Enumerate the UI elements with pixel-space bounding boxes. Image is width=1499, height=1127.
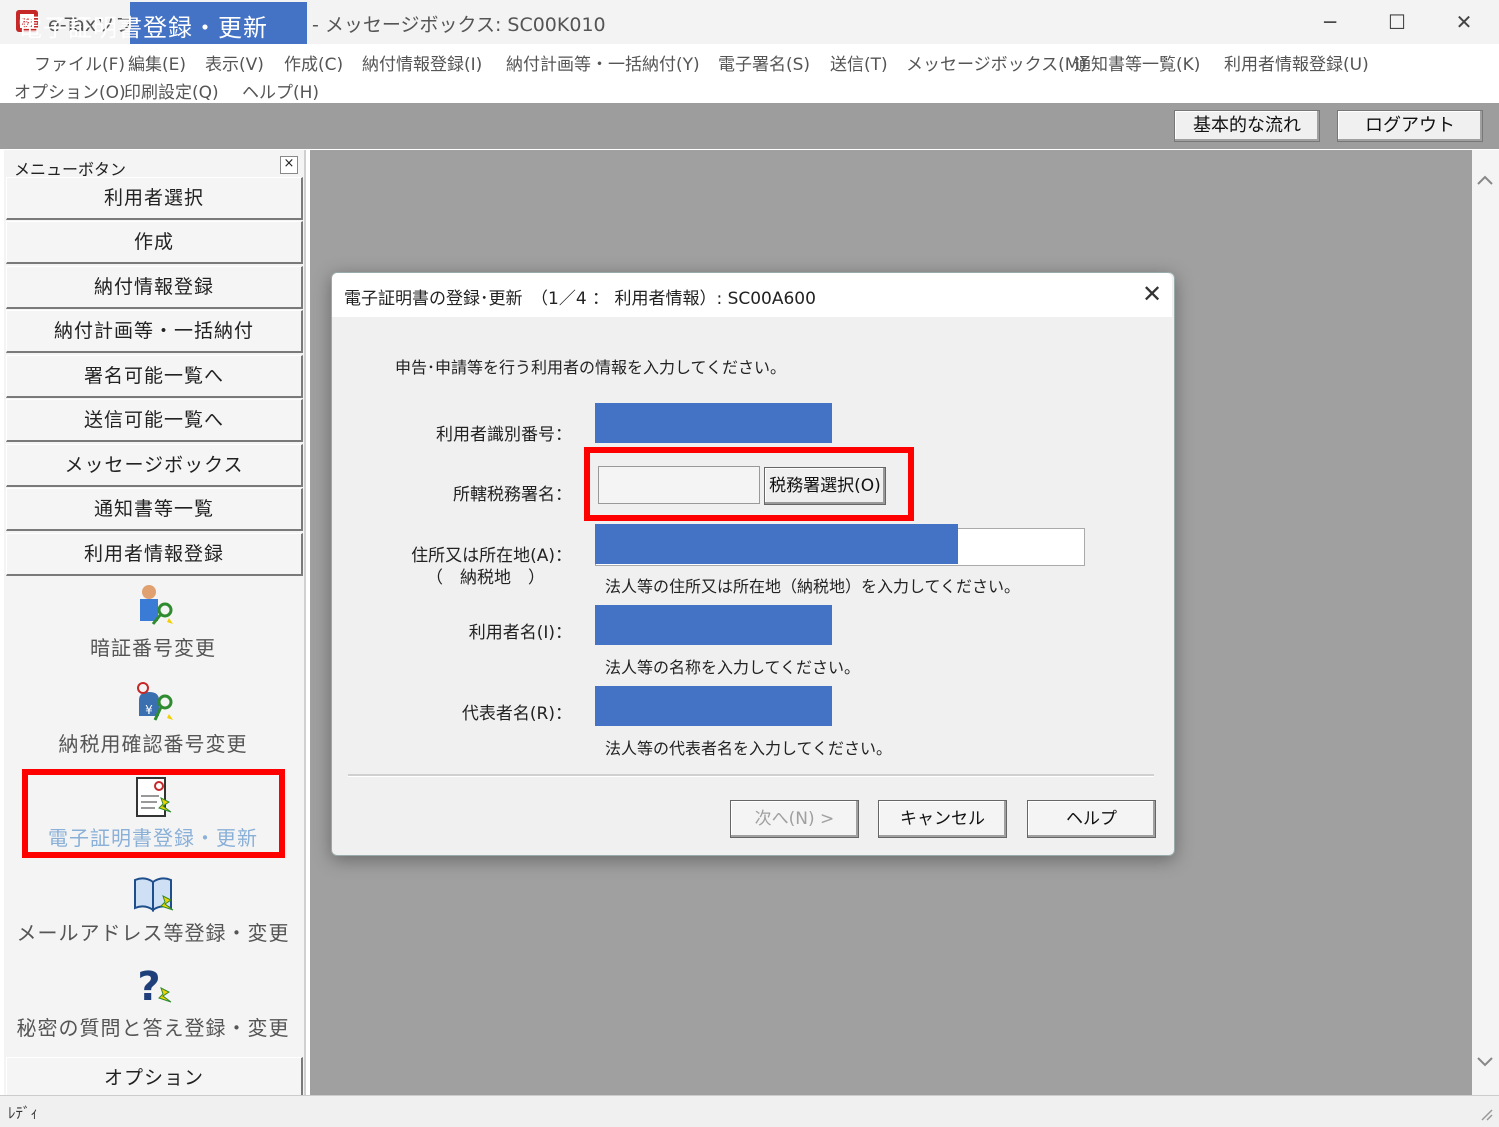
- sidebar-create-button[interactable]: 作成: [6, 221, 303, 264]
- dialog-close-button[interactable]: ✕: [1136, 278, 1168, 310]
- menu-edit[interactable]: 編集(E): [128, 50, 186, 75]
- sidebar-pin-change-label[interactable]: 暗証番号変更: [6, 632, 300, 661]
- sidebar-secret-question-label[interactable]: 秘密の質問と答え登録・変更: [6, 1012, 300, 1041]
- address-sub-label: （ 納税地 ）: [426, 568, 545, 588]
- representative-hint: 法人等の代表者名を入力してください。: [605, 739, 893, 758]
- maximize-button[interactable]: ☐: [1377, 6, 1417, 38]
- menu-messagebox[interactable]: メッセージボックス(M): [906, 50, 1086, 75]
- menu-notices[interactable]: 通知書等一覧(K): [1074, 50, 1200, 75]
- status-bar: [0, 1095, 1499, 1127]
- sidebar-email-register-label[interactable]: メールアドレス等登録・変更: [6, 917, 300, 946]
- sidebar-notices-button[interactable]: 通知書等一覧: [6, 488, 303, 531]
- sidebar-close-button[interactable]: ×: [280, 156, 298, 174]
- sidebar-messagebox-button[interactable]: メッセージボックス: [6, 444, 303, 487]
- menu-signature[interactable]: 電子署名(S): [718, 50, 810, 75]
- money-bag-key-icon[interactable]: ¥: [131, 680, 177, 728]
- close-window-button[interactable]: ✕: [1444, 6, 1484, 38]
- scroll-down-icon[interactable]: [1476, 1056, 1494, 1068]
- menu-view[interactable]: 表示(V): [205, 50, 264, 75]
- status-text: ﾚﾃﾞｨ: [8, 1104, 39, 1122]
- address-redacted: [595, 524, 958, 564]
- book-icon[interactable]: [131, 870, 177, 918]
- page-title: 電子証明書登録・更新: [18, 14, 268, 42]
- logout-button[interactable]: ログアウト: [1337, 110, 1483, 142]
- next-button[interactable]: 次へ(N) >: [730, 800, 859, 838]
- person-key-icon[interactable]: [131, 582, 177, 630]
- tax-office-label: 所轄税務署名：: [453, 485, 572, 505]
- dialog-title: 電子証明書の登録･更新 （1／4 ： 利用者情報）: SC00A600: [344, 289, 816, 309]
- window-title: - メッセージボックス: SC00K010: [312, 14, 606, 36]
- representative-label: 代表者名(R)：: [461, 704, 572, 724]
- sidebar-user-select-button[interactable]: 利用者選択: [6, 177, 303, 220]
- menu-file[interactable]: ファイル(F): [34, 50, 125, 75]
- highlight-certificate-item: [22, 769, 285, 858]
- menu-payment-info[interactable]: 納付情報登録(I): [362, 50, 482, 75]
- sidebar-user-info-button[interactable]: 利用者情報登録: [6, 533, 303, 576]
- dialog-separator: [348, 774, 1154, 777]
- sidebar-payment-plan-button[interactable]: 納付計画等・一括納付: [6, 310, 303, 353]
- vertical-scrollbar[interactable]: [1472, 150, 1499, 1095]
- user-id-label: 利用者識別番号：: [436, 425, 572, 445]
- help-button[interactable]: ヘルプ: [1027, 800, 1156, 838]
- minimize-button[interactable]: ─: [1310, 6, 1350, 38]
- scroll-up-icon[interactable]: [1476, 174, 1494, 186]
- representative-field[interactable]: [595, 686, 832, 726]
- menu-print-settings[interactable]: 印刷設定(Q): [124, 78, 219, 103]
- svg-text:?: ?: [137, 964, 160, 1010]
- sidebar-signable-list-button[interactable]: 署名可能一覧へ: [6, 355, 303, 398]
- sidebar-payment-info-button[interactable]: 納付情報登録: [6, 266, 303, 309]
- dialog-instruction: 申告･申請等を行う利用者の情報を入力してください。: [395, 358, 787, 377]
- menu-options[interactable]: オプション(O): [14, 78, 126, 103]
- menu-send[interactable]: 送信(T): [830, 50, 888, 75]
- question-icon[interactable]: ?: [131, 962, 177, 1010]
- basic-flow-button[interactable]: 基本的な流れ: [1174, 110, 1320, 142]
- user-name-hint: 法人等の名称を入力してください。: [605, 658, 861, 677]
- user-name-label: 利用者名(I)：: [468, 623, 572, 643]
- user-id-field[interactable]: [595, 403, 832, 443]
- menu-user-info[interactable]: 利用者情報登録(U): [1224, 50, 1369, 75]
- svg-text:¥: ¥: [145, 703, 153, 717]
- highlight-tax-office: [584, 447, 914, 521]
- sidebar-sendable-list-button[interactable]: 送信可能一覧へ: [6, 399, 303, 442]
- menu-help[interactable]: ヘルプ(H): [242, 78, 319, 103]
- address-hint: 法人等の住所又は所在地（納税地）を入力してください。: [605, 577, 1021, 596]
- menu-create[interactable]: 作成(C): [284, 50, 343, 75]
- sidebar-option-button[interactable]: オプション: [6, 1057, 303, 1100]
- sidebar-confirm-number-change-label[interactable]: 納税用確認番号変更: [6, 728, 300, 757]
- cancel-button[interactable]: キャンセル: [878, 800, 1007, 838]
- menu-payment-plan[interactable]: 納付計画等・一括納付(Y): [506, 50, 700, 75]
- resize-grip-icon[interactable]: [1478, 1106, 1494, 1122]
- user-name-field[interactable]: [595, 605, 832, 645]
